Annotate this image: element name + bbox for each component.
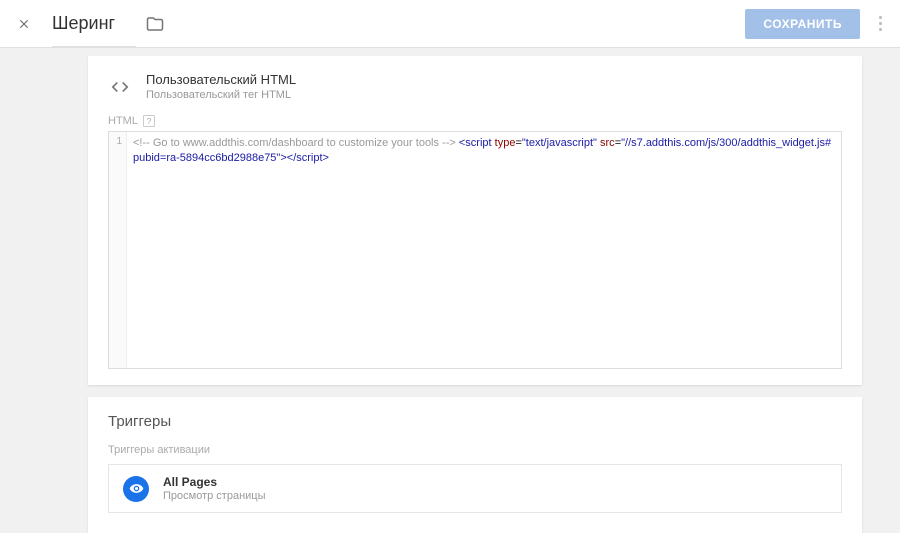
more-menu-icon[interactable]	[872, 16, 888, 31]
code-editor[interactable]: 1 <!-- Go to www.addthis.com/dashboard t…	[108, 131, 842, 369]
activation-label: Триггеры активации	[108, 444, 842, 456]
pageview-icon	[123, 476, 149, 502]
editor-content[interactable]: <!-- Go to www.addthis.com/dashboard to …	[127, 132, 841, 368]
html-label: HTML	[108, 115, 138, 127]
trigger-name: All Pages	[163, 475, 266, 489]
triggers-panel: Триггеры Триггеры активации All Pages Пр…	[88, 397, 862, 533]
editor-gutter: 1	[109, 132, 127, 368]
trigger-subtitle: Просмотр страницы	[163, 490, 266, 502]
help-icon[interactable]: ?	[143, 115, 155, 127]
tag-config-panel: Пользовательский HTML Пользовательский т…	[88, 56, 862, 385]
triggers-title: Триггеры	[108, 413, 842, 430]
page-title[interactable]: Шеринг	[52, 13, 115, 34]
top-bar: Шеринг СОХРАНИТЬ	[0, 0, 900, 48]
folder-icon[interactable]	[143, 12, 167, 36]
tag-type-title: Пользовательский HTML	[146, 72, 296, 87]
trigger-row[interactable]: All Pages Просмотр страницы	[108, 464, 842, 513]
save-button[interactable]: СОХРАНИТЬ	[745, 9, 860, 39]
code-icon	[108, 75, 132, 99]
close-icon[interactable]	[12, 12, 36, 36]
tag-type-subtitle: Пользовательский тег HTML	[146, 89, 296, 101]
